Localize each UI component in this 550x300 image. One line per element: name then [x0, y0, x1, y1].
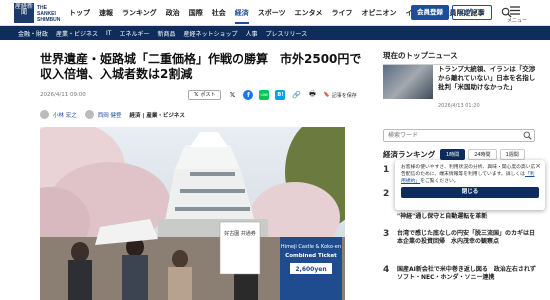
- author-link[interactable]: 西岡 健登: [98, 111, 122, 119]
- hatena-bookmark-icon[interactable]: B!: [275, 90, 286, 100]
- search-icon[interactable]: [523, 131, 532, 140]
- ticket-sign-subtitle: Combined Ticket: [285, 253, 337, 259]
- print-icon[interactable]: 🖶: [307, 90, 317, 100]
- top-news-date: 2026/4/13 01:20: [438, 103, 480, 109]
- subnav-industry[interactable]: 産業・ビジネス: [56, 29, 98, 38]
- author-line: 小林 宏之 西岡 健登 経済 | 産業・ビジネス: [40, 110, 185, 119]
- ranking-item[interactable]: 3 台湾で感じた底なしの円安「脱三流国」のカギは日本企業の投資回帰 水内茂幸の観…: [383, 230, 538, 246]
- top-news-link[interactable]: トランプ大統領、イランは「交渉から離れていない」日本を名指し批判「米国助けなかっ…: [438, 65, 536, 92]
- subnav-it[interactable]: IT: [106, 30, 111, 37]
- cookie-consent-popup: × お客様の使いやすさ、利用状況の分析、興味・関心度の高い広告配信のために、端末…: [395, 160, 545, 210]
- nav-society[interactable]: 社会: [212, 8, 226, 24]
- site-header: 産経新聞 THE SANKEI SHIMBUN トップ 速報 ランキング 政治 …: [0, 0, 550, 26]
- nav-breaking[interactable]: 速報: [99, 8, 113, 24]
- hamburger-menu-icon[interactable]: [509, 3, 521, 17]
- logo-wordmark[interactable]: THE SANKEI SHIMBUN: [37, 5, 60, 23]
- subnav-netshop[interactable]: 産経ネットショップ: [184, 29, 238, 38]
- x-post-button[interactable]: 𝕏 ポスト: [188, 90, 222, 100]
- save-label: 記事を保存: [331, 92, 357, 99]
- nav-top[interactable]: トップ: [69, 8, 90, 24]
- bookmark-icon: 🔖: [323, 92, 330, 98]
- economy-ranking-heading: 経済ランキング: [383, 150, 436, 159]
- member-register-button[interactable]: 会員登録: [411, 5, 449, 20]
- subnav-energy[interactable]: エネルギー: [119, 29, 149, 38]
- nav-politics[interactable]: 政治: [166, 8, 180, 24]
- tab-24hours[interactable]: 24時間: [468, 149, 497, 160]
- article-photo: 好古園 共通券 Himeji Castle & Koko-en Combined…: [40, 127, 345, 300]
- ticket-sign-price: 2,600yen: [295, 266, 326, 273]
- login-button[interactable]: ログイン: [452, 5, 492, 20]
- line-icon[interactable]: LINE: [259, 90, 270, 100]
- article-category[interactable]: 経済 | 産業・ビジネス: [130, 111, 185, 119]
- ranking-item[interactable]: "神経"通し保守と自動運転を革新: [383, 213, 538, 221]
- nav-entertainment[interactable]: エンタメ: [295, 8, 323, 24]
- author-link[interactable]: 小林 宏之: [53, 111, 77, 119]
- nav-ranking[interactable]: ランキング: [122, 8, 157, 24]
- article-date: 2026/4/11 09:00: [40, 92, 86, 98]
- x-logo-icon: 𝕏: [194, 92, 199, 98]
- article-title: 世界遺産・姫路城「二重価格」作戦の勝算 市外2500円で収入倍増、入城者数は2割…: [40, 52, 362, 81]
- author-avatar: [84, 110, 94, 119]
- top-news-heading: 現在のトップニュース: [383, 50, 533, 65]
- nav-opinion[interactable]: オピニオン: [361, 8, 396, 24]
- tab-1week[interactable]: 1週間: [499, 149, 525, 160]
- nav-international[interactable]: 国際: [189, 8, 203, 24]
- ticket-sign-title: Himeji Castle & Koko-en: [281, 244, 341, 250]
- subnav-new-products[interactable]: 新商品: [157, 29, 175, 38]
- share-bar: 𝕏 ポスト 𝕏 f LINE B! 🔗 🖶 🔖 記事を保存: [188, 90, 357, 100]
- economy-subnav: 金融・財政 産業・ビジネス IT エネルギー 新商品 産経ネットショップ 人事 …: [0, 26, 550, 40]
- nav-sports[interactable]: スポーツ: [258, 8, 286, 24]
- post-label: ポスト: [200, 92, 216, 98]
- close-icon[interactable]: ×: [535, 162, 541, 170]
- nav-life[interactable]: ライフ: [331, 8, 352, 24]
- top-news-thumbnail[interactable]: [383, 65, 433, 99]
- x-share-icon[interactable]: 𝕏: [227, 90, 237, 100]
- author-avatar: [40, 110, 49, 119]
- save-article-button[interactable]: 🔖 記事を保存: [323, 92, 356, 99]
- subnav-finance[interactable]: 金融・財政: [18, 29, 48, 38]
- menu-label: メニュー: [507, 18, 528, 24]
- facebook-icon[interactable]: f: [243, 90, 254, 100]
- cookie-consent-text: お客様の使いやすさ、利用状況の分析、興味・関心度の高い広告配信のために、端末情報…: [401, 165, 536, 184]
- kanji-sign-text: 好古園 共通券: [224, 230, 256, 237]
- subnav-press-release[interactable]: プレスリリース: [266, 29, 308, 38]
- search-input[interactable]: [383, 129, 535, 142]
- logo-kanji: 産経新聞: [14, 3, 33, 16]
- ranking-item[interactable]: 4 国産AI新会社で米中巻き返し図る 政治左右されず ソフト・NEC・ホンダ・ソ…: [383, 266, 542, 282]
- close-popup-button[interactable]: 閉じる: [401, 187, 539, 198]
- site-logo[interactable]: 産経新聞: [14, 3, 34, 23]
- nav-economy[interactable]: 経済: [234, 8, 249, 24]
- link-copy-icon[interactable]: 🔗: [291, 90, 301, 100]
- ranking-tabs: 1時間 24時間 1週間: [440, 149, 525, 160]
- tab-1hour[interactable]: 1時間: [440, 149, 466, 160]
- subnav-personnel[interactable]: 人事: [246, 29, 258, 38]
